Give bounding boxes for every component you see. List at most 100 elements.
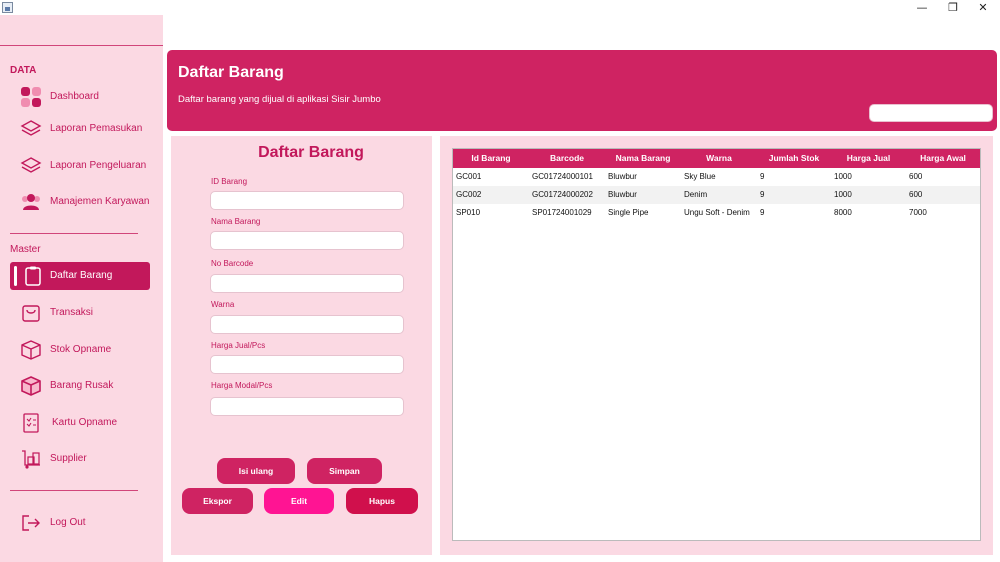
sidebar: DATA Dashboard Laporan Pemasukan Laporan… [0, 15, 163, 562]
page-subtitle: Daftar barang yang dijual di aplikasi Si… [178, 94, 381, 105]
restore-button[interactable]: ❐ [938, 0, 968, 15]
box-icon [21, 340, 41, 360]
sidebar-item-label: Stok Opname [50, 344, 112, 355]
dashboard-icon [21, 87, 41, 107]
page-title: Daftar Barang [178, 64, 284, 81]
sidebar-item-stok-opname[interactable]: Stok Opname [10, 336, 150, 364]
cell-harga-awal: 7000 [909, 208, 927, 217]
field-label-harga-jual: Harga Jual/Pcs [211, 341, 266, 350]
table-row[interactable]: GC001 GC01724000101 Bluwbur Sky Blue 9 1… [453, 168, 980, 186]
page-header: Daftar Barang Daftar barang yang dijual … [167, 50, 997, 131]
sidebar-item-label: Daftar Barang [50, 270, 113, 281]
search-input[interactable] [869, 104, 993, 122]
table-panel: Id Barang Barcode Nama Barang Warna Juml… [440, 136, 993, 555]
section-title-data: DATA [10, 65, 37, 76]
sidebar-item-label: Supplier [50, 453, 87, 464]
cell-jumlah-stok: 9 [760, 208, 765, 217]
hand-truck-icon [22, 450, 40, 469]
form-panel: Daftar Barang ID Barang Nama Barang No B… [171, 136, 432, 555]
barcode-input[interactable] [210, 274, 404, 293]
data-table: Id Barang Barcode Nama Barang Warna Juml… [452, 148, 981, 541]
sidebar-item-daftar-barang[interactable]: Daftar Barang [10, 262, 150, 290]
cell-id-barang: SP010 [456, 208, 481, 217]
cell-id-barang: GC001 [456, 172, 482, 181]
sidebar-item-label: Dashboard [50, 91, 99, 102]
cell-barcode: GC01724000202 [532, 190, 593, 199]
logout-label: Log Out [50, 517, 86, 528]
sidebar-item-dashboard[interactable]: Dashboard [10, 83, 150, 111]
app-icon [2, 2, 13, 13]
sidebar-item-label: Kartu Opname [52, 417, 118, 428]
users-icon [22, 194, 40, 210]
field-label-no-barcode: No Barcode [211, 259, 254, 268]
save-button[interactable]: Simpan [307, 458, 382, 484]
sidebar-item-label: Transaksi [50, 307, 93, 318]
section-title-master: Master [10, 244, 41, 255]
export-button[interactable]: Ekspor [182, 488, 253, 514]
form-title: Daftar Barang [258, 144, 364, 161]
column-header-barcode[interactable]: Barcode [529, 149, 605, 168]
sidebar-item-manajemen-karyawan[interactable]: Manajemen Karyawan [10, 188, 150, 216]
delete-button[interactable]: Hapus [346, 488, 418, 514]
column-header-nama-barang[interactable]: Nama Barang [605, 149, 681, 168]
active-indicator [14, 266, 17, 286]
column-header-harga-jual[interactable]: Harga Jual [831, 149, 906, 168]
sidebar-item-supplier[interactable]: Supplier [10, 445, 150, 473]
cell-nama-barang: Bluwbur [608, 172, 637, 181]
layers-icon [20, 120, 42, 136]
sidebar-item-laporan-pengeluaran[interactable]: Laporan Pengeluaran [10, 152, 150, 180]
layers-icon [20, 157, 42, 173]
damaged-box-icon [21, 376, 41, 396]
harga-modal-input[interactable] [210, 397, 404, 416]
column-header-id-barang[interactable]: Id Barang [453, 149, 529, 168]
id-barang-input[interactable] [210, 191, 404, 210]
shopping-bag-icon [22, 305, 40, 322]
sidebar-item-transaksi[interactable]: Transaksi [10, 299, 150, 327]
sidebar-divider [10, 233, 138, 234]
cell-jumlah-stok: 9 [760, 172, 765, 181]
sidebar-item-label: Manajemen Karyawan [50, 196, 150, 207]
table-header: Id Barang Barcode Nama Barang Warna Juml… [453, 149, 980, 168]
cell-warna: Ungu Soft - Denim [684, 208, 750, 217]
cell-harga-awal: 600 [909, 190, 923, 199]
edit-button[interactable]: Edit [264, 488, 334, 514]
sidebar-item-laporan-pemasukan[interactable]: Laporan Pemasukan [10, 115, 150, 143]
cell-barcode: GC01724000101 [532, 172, 593, 181]
cell-barcode: SP01724001029 [532, 208, 592, 217]
reset-button[interactable]: Isi ulang [217, 458, 295, 484]
sidebar-divider [10, 490, 138, 491]
sidebar-item-label: Barang Rusak [50, 380, 114, 391]
logout-button[interactable]: Log Out [10, 509, 150, 537]
cell-harga-awal: 600 [909, 172, 923, 181]
warna-input[interactable] [210, 315, 404, 334]
column-header-harga-awal[interactable]: Harga Awal [906, 149, 980, 168]
cell-warna: Denim [684, 190, 708, 199]
table-row[interactable]: SP010 SP01724001029 Single Pipe Ungu Sof… [453, 204, 980, 222]
clipboard-icon [25, 266, 41, 286]
cell-id-barang: GC002 [456, 190, 482, 199]
cell-nama-barang: Single Pipe [608, 208, 649, 217]
sidebar-item-label: Laporan Pengeluaran [50, 160, 147, 171]
sidebar-item-barang-rusak[interactable]: Barang Rusak [10, 372, 150, 400]
field-label-harga-modal: Harga Modal/Pcs [211, 381, 273, 390]
harga-jual-input[interactable] [210, 355, 404, 374]
sidebar-divider [0, 45, 163, 46]
column-header-jumlah-stok[interactable]: Jumlah Stok [757, 149, 831, 168]
table-row[interactable]: GC002 GC01724000202 Bluwbur Denim 9 1000… [453, 186, 980, 204]
column-header-warna[interactable]: Warna [681, 149, 757, 168]
field-label-id-barang: ID Barang [211, 177, 248, 186]
field-label-warna: Warna [211, 300, 235, 309]
checklist-icon [23, 413, 39, 433]
nama-barang-input[interactable] [210, 231, 404, 250]
cell-harga-jual: 1000 [834, 172, 852, 181]
close-button[interactable]: ✕ [968, 0, 998, 15]
cell-harga-jual: 8000 [834, 208, 852, 217]
cell-harga-jual: 1000 [834, 190, 852, 199]
logout-icon [22, 515, 40, 531]
sidebar-item-kartu-opname[interactable]: Kartu Opname [10, 409, 150, 437]
minimize-button[interactable]: — [907, 0, 937, 15]
cell-warna: Sky Blue [684, 172, 716, 181]
window-titlebar: — ❐ ✕ [0, 0, 1000, 15]
cell-jumlah-stok: 9 [760, 190, 765, 199]
field-label-nama-barang: Nama Barang [211, 217, 261, 226]
